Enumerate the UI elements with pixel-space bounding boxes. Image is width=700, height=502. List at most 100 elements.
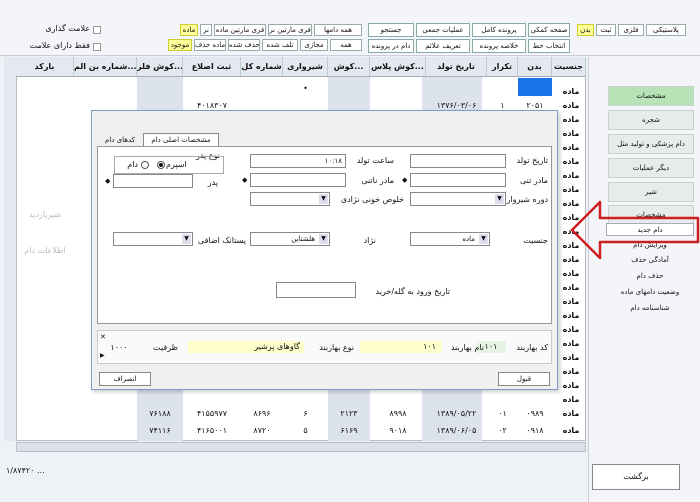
back-button[interactable]: برگشت	[592, 464, 680, 490]
birth-time-input[interactable]: ۱۰:۱۸	[250, 154, 346, 168]
sex-select[interactable]: ماده ▼	[410, 232, 490, 246]
milking-period-label: دوره شیرواری	[500, 195, 548, 204]
foster-mother-marker-icon: ◆	[242, 176, 248, 184]
table-cell: ۶۱۶۹	[340, 426, 358, 435]
animal-radio[interactable]	[141, 161, 149, 169]
cancel-button[interactable]: انصراف	[99, 372, 151, 386]
purity-select[interactable]: ▼	[250, 192, 330, 206]
birth-date-input[interactable]	[410, 154, 506, 168]
breed-select[interactable]: هلشتاین ▼	[250, 232, 330, 246]
table-cell: ۷۶۱۸۸	[149, 409, 171, 418]
col-header-registration[interactable]: ثبت اصلاع	[183, 57, 241, 77]
sperm-label: اسپرم	[166, 160, 187, 169]
col-header-repeat[interactable]: تکرار	[487, 57, 518, 77]
sidebar-item-vet-breeding[interactable]: دام پزشکی و تولید مثل	[608, 134, 694, 154]
col-header-international-number[interactable]: شماره بن الم...	[74, 57, 137, 77]
col-header-ear-plastic[interactable]: کوش پلاس...	[370, 57, 426, 77]
tab-lang-0[interactable]: پلاستیکی	[646, 24, 686, 36]
tab-lang-1[interactable]: فلزی	[618, 24, 644, 36]
filter-female[interactable]: ماده	[180, 24, 198, 36]
capacity-label: ظرفیت	[153, 343, 178, 352]
selected-cell[interactable]	[518, 78, 552, 96]
filter-virtual[interactable]: مجازی	[300, 39, 328, 51]
filter-dead[interactable]: تلف شده	[262, 39, 298, 51]
foster-mother-input[interactable]	[250, 173, 346, 187]
table-cell: ۴۱۵۵۹۷۷	[196, 409, 228, 418]
marked-checkbox[interactable]	[93, 26, 101, 34]
col-header-birth-date[interactable]: تاریخ تولد	[426, 57, 487, 77]
ok-button[interactable]: قبول	[498, 372, 550, 386]
sex-value: ماده	[462, 235, 475, 243]
select-line-button[interactable]: انتخاب خط	[528, 39, 570, 53]
sidebar-item-pedigree[interactable]: شجره	[608, 110, 694, 130]
table-cell: ۱۳۸۹/۰۵/۲۲	[436, 409, 477, 418]
animal-in-file-button[interactable]: دام در پرونده	[368, 39, 414, 53]
col-header-milking[interactable]: شیرواری	[283, 57, 328, 77]
sidebar-item-milk[interactable]: شیر	[608, 182, 694, 202]
tab-lang-3[interactable]: بدن	[577, 24, 594, 36]
faded-label: اطلاعات دام	[24, 246, 66, 255]
table-cell: ماده	[562, 115, 580, 124]
col-header-ear-metal[interactable]: کوش فلز...	[137, 57, 183, 77]
sidebar-item-other-ops[interactable]: دیگر عملیات	[608, 158, 694, 178]
help-button[interactable]: صفحه کمکی	[528, 23, 570, 37]
filter-freemartin-female[interactable]: فری مارتین ماده	[214, 24, 266, 36]
table-cell: ۷۴۱۱۶	[149, 426, 171, 435]
extra-teat-select[interactable]: ▼	[113, 232, 193, 246]
pen-name-label: نام بهاربند	[450, 343, 484, 352]
filter-removed[interactable]: حذف شده	[228, 39, 260, 51]
table-cell: ماده	[562, 143, 580, 152]
table-cell: ۸۶۹۶	[253, 409, 271, 418]
table-cell: ماده	[562, 381, 580, 390]
table-cell: ۰۱	[498, 409, 507, 418]
col-header-body[interactable]: بدن	[518, 57, 552, 77]
sidebar-subitem-remove-animal[interactable]: حذف دام	[606, 270, 694, 283]
mother-label: مادر تنی	[520, 176, 548, 185]
foster-mother-label: مادر ناتنی	[361, 176, 394, 185]
full-file-button[interactable]: پرونده کامل	[472, 23, 526, 37]
close-icon[interactable]: ✕	[100, 333, 106, 341]
sperm-radio[interactable]	[157, 161, 165, 169]
col-header-total-number[interactable]: شماره کل	[241, 57, 283, 77]
table-cell: ۶	[303, 409, 308, 418]
filter-all-animals[interactable]: همه دامها	[314, 24, 362, 36]
only-marked-checkbox[interactable]	[93, 43, 101, 51]
scroll-right-icon[interactable]: ▶	[100, 352, 105, 359]
filter-male[interactable]: نر	[200, 24, 212, 36]
filter-freemartin-male[interactable]: فری مارتین نر	[268, 24, 312, 36]
col-header-sex[interactable]: جنسیت	[552, 57, 586, 77]
sidebar-subitem-animal-id[interactable]: شناسنامه دام	[606, 302, 694, 315]
bulk-ops-button[interactable]: عملیات جمعی	[416, 23, 470, 37]
marked-label: علامت گذاری	[45, 24, 90, 33]
father-label: پدر	[207, 178, 218, 187]
define-signs-button[interactable]: تعریف علائم	[416, 39, 470, 53]
dialog-tab-main[interactable]: مشخصات اصلی دام	[143, 133, 219, 146]
pen-type-value: گاوهای پرشیر	[188, 341, 304, 353]
table-header-divider	[16, 76, 586, 77]
father-input[interactable]	[113, 174, 193, 188]
sidebar-subitem-female-status[interactable]: وضعیت دامهای ماده	[606, 286, 694, 299]
search-button[interactable]: جستجو	[368, 23, 414, 37]
sidebar-item-profile[interactable]: مشخصات	[608, 86, 694, 106]
row-indicator-column	[4, 57, 16, 441]
horizontal-scrollbar[interactable]	[16, 442, 586, 452]
col-header-ear[interactable]: کوش...	[328, 57, 370, 77]
dialog-tab-codes[interactable]: کدهای دام	[99, 135, 141, 146]
filter-all[interactable]: همه	[330, 39, 362, 51]
milking-period-select[interactable]: ▼	[410, 192, 506, 206]
table-cell: ۰۹۱۸	[526, 426, 544, 435]
tab-lang-2[interactable]: ثبت	[596, 24, 616, 36]
sex-label: جنسیت	[523, 236, 548, 245]
mother-input[interactable]	[410, 173, 506, 187]
birth-time-label: ساعت تولد	[356, 156, 394, 165]
table-cell: ماده	[562, 283, 580, 292]
file-summary-button[interactable]: خلاصه پرونده	[472, 39, 526, 53]
col-header-barcode[interactable]: بارکد	[16, 57, 74, 77]
chevron-down-icon: ▼	[319, 194, 328, 204]
farm-entry-input[interactable]	[276, 282, 356, 298]
table-cell: ماده	[562, 101, 580, 110]
table-cell: ۴۱۶۵۰۰۱	[196, 426, 228, 435]
filter-existing[interactable]: موجود	[168, 39, 192, 51]
filter-ready-remove[interactable]: آماده حذف	[194, 39, 226, 51]
birth-date-label: تاریخ تولد	[516, 156, 548, 165]
